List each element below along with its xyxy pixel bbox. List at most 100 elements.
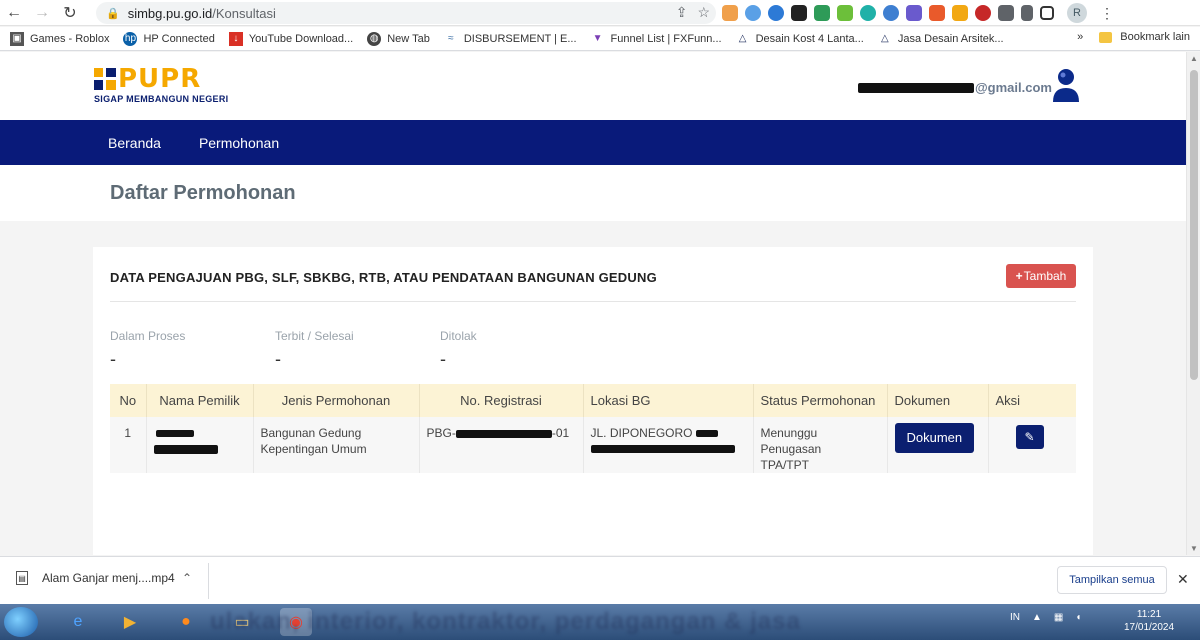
cell-location: JL. DIPONEGORO: [583, 417, 754, 473]
drop-extension-icon[interactable]: [745, 5, 761, 21]
number-extension-icon[interactable]: [952, 5, 968, 21]
close-icon[interactable]: ✕: [1177, 571, 1189, 588]
bookmarks-bar: ▣ Games - Roblox hp HP Connected ↓ YouTube …: [0, 27, 1200, 51]
chevron-up-icon[interactable]: ⌃: [182, 571, 192, 585]
bookmark-item[interactable]: ▣ Games - Roblox: [10, 31, 109, 46]
reading-list-icon[interactable]: [1021, 5, 1033, 21]
scroll-thumb[interactable]: [1190, 70, 1198, 380]
pupr-logo[interactable]: PUPR SIGAP MEMBANGUN NEGERI: [94, 66, 228, 104]
column-header[interactable]: Lokasi BG: [583, 384, 754, 417]
column-header[interactable]: Aksi: [988, 384, 1076, 417]
firefox-icon[interactable]: ●: [170, 608, 202, 636]
media-player-icon[interactable]: ▶: [114, 608, 146, 636]
shield-extension-icon[interactable]: [814, 5, 830, 21]
start-button[interactable]: [4, 607, 38, 637]
cell-action: ✎: [988, 417, 1076, 473]
cell-status: Menunggu Penugasan TPA/TPT: [753, 417, 888, 473]
funnel-icon: ▼: [592, 33, 603, 44]
dark-extension-icon[interactable]: [791, 5, 807, 21]
page-viewport: PUPR SIGAP MEMBANGUN NEGERI @gmail.com B…: [0, 52, 1186, 555]
redacted-text: [153, 445, 218, 454]
cell-application-type: Bangunan Gedung Kepentingan Umum: [253, 417, 420, 473]
blurred-background-text: ulakan, interior, kontraktor, perdaganga…: [210, 608, 801, 635]
table-row: 1 Bangunan Gedung Kepentingan Umum PBG- -…: [110, 417, 1076, 473]
triangle-icon: △: [738, 33, 747, 44]
menu-icon[interactable]: ⋮: [1100, 5, 1114, 22]
applications-card: DATA PENGAJUAN PBG, SLF, SBKBG, RTB, ATA…: [93, 247, 1093, 555]
nav-permohonan[interactable]: Permohonan: [199, 135, 279, 151]
forward-button[interactable]: →: [28, 0, 56, 26]
redacted-text: [858, 82, 974, 93]
bookmark-item[interactable]: ▼ Funnel List | FXFunn...: [591, 32, 722, 46]
logo-emblem-icon: [94, 68, 116, 90]
address-bar[interactable]: 🔒 simbg.pu.go.id/Konsultasi ⇪ ☆: [96, 2, 716, 24]
redacted-text: [455, 429, 552, 438]
column-header[interactable]: Jenis Permohonan: [253, 384, 420, 417]
column-header[interactable]: Dokumen: [887, 384, 989, 417]
shop-extension-icon[interactable]: [929, 5, 945, 21]
bookmark-item[interactable]: ≈ DISBURSEMENT | E...: [444, 32, 576, 46]
scroll-up-icon[interactable]: ▲: [1190, 54, 1198, 63]
url-path: /Konsultasi: [212, 5, 276, 21]
document-button[interactable]: Dokumen: [894, 423, 975, 453]
abp-extension-icon[interactable]: [975, 5, 991, 21]
card-heading: DATA PENGAJUAN PBG, SLF, SBKBG, RTB, ATA…: [110, 270, 657, 285]
volume-icon[interactable]: ◖: [1075, 612, 1081, 623]
reload-button[interactable]: ↻: [56, 0, 84, 26]
main-nav: Beranda Permohonan: [0, 120, 1186, 165]
redacted-text: [590, 445, 735, 453]
badge-extension-icon[interactable]: [906, 5, 922, 21]
lock-icon: 🔒: [106, 7, 120, 20]
column-header[interactable]: Status Permohonan: [753, 384, 888, 417]
bookmark-item[interactable]: ↓ YouTube Download...: [228, 31, 353, 46]
share-icon[interactable]: ⇪: [676, 4, 688, 21]
cell-owner-redacted: [146, 417, 254, 473]
stat-label-issued: Terbit / Selesai: [275, 329, 354, 343]
bookmark-folder[interactable]: Bookmark lain: [1099, 31, 1190, 43]
bookmark-item[interactable]: hp HP Connected: [123, 31, 215, 46]
circle-extension-icon[interactable]: [768, 5, 784, 21]
stat-value-in-process: -: [110, 349, 116, 369]
bookmark-item[interactable]: ◍ New Tab: [367, 31, 430, 46]
bookmark-item[interactable]: △ Desain Kost 4 Lanta...: [736, 32, 864, 46]
add-button[interactable]: + Tambah: [1006, 264, 1076, 288]
bookmarks-overflow-button[interactable]: »: [1077, 31, 1083, 43]
column-header[interactable]: No. Registrasi: [419, 384, 584, 417]
column-header[interactable]: No: [110, 384, 147, 417]
download-extension-icon[interactable]: [837, 5, 853, 21]
applications-table: No Nama Pemilik Jenis Permohonan No. Reg…: [110, 384, 1076, 473]
metamask-extension-icon[interactable]: [722, 5, 738, 21]
stat-value-issued: -: [275, 349, 281, 369]
logo-text: PUPR: [118, 64, 202, 94]
scroll-down-icon[interactable]: ▼: [1190, 544, 1198, 553]
page-scrollbar[interactable]: ▲ ▼: [1186, 52, 1200, 555]
edit-button[interactable]: ✎: [1015, 425, 1044, 449]
vpn-extension-icon[interactable]: [860, 5, 876, 21]
ie-icon[interactable]: e: [62, 608, 94, 636]
side-panel-icon[interactable]: [1040, 6, 1054, 20]
tray-up-icon[interactable]: ▲: [1032, 612, 1042, 623]
redacted-text: [695, 430, 718, 438]
gear-extension-icon[interactable]: [883, 5, 899, 21]
system-clock[interactable]: 11:21 17/01/2024: [1124, 608, 1174, 634]
column-header[interactable]: Nama Pemilik: [146, 384, 254, 417]
xendit-icon: ≈: [448, 33, 454, 44]
download-red-icon: ↓: [228, 31, 243, 46]
network-icon[interactable]: ▦: [1054, 612, 1063, 623]
puzzle-extension-icon[interactable]: [998, 5, 1014, 21]
divider: [110, 301, 1076, 302]
bookmark-star-icon[interactable]: ☆: [697, 4, 710, 21]
triangle-icon: △: [880, 33, 889, 44]
download-item[interactable]: ▤ Alam Ganjar menj....mp4: [16, 571, 175, 585]
back-button[interactable]: ←: [0, 0, 28, 26]
user-avatar-icon[interactable]: [1050, 66, 1082, 104]
show-all-downloads-button[interactable]: Tampilkan semua: [1057, 566, 1167, 594]
nav-beranda[interactable]: Beranda: [108, 135, 161, 151]
browser-toolbar: ← → ↻ 🔒 simbg.pu.go.id/Konsultasi ⇪ ☆ R …: [0, 0, 1200, 26]
user-email[interactable]: @gmail.com: [858, 80, 1052, 95]
profile-avatar[interactable]: R: [1067, 3, 1087, 23]
plus-icon: +: [1015, 269, 1023, 283]
language-indicator[interactable]: IN: [1010, 612, 1020, 623]
bookmark-item[interactable]: △ Jasa Desain Arsitek...: [878, 32, 1004, 46]
globe-icon: ◍: [367, 31, 382, 46]
